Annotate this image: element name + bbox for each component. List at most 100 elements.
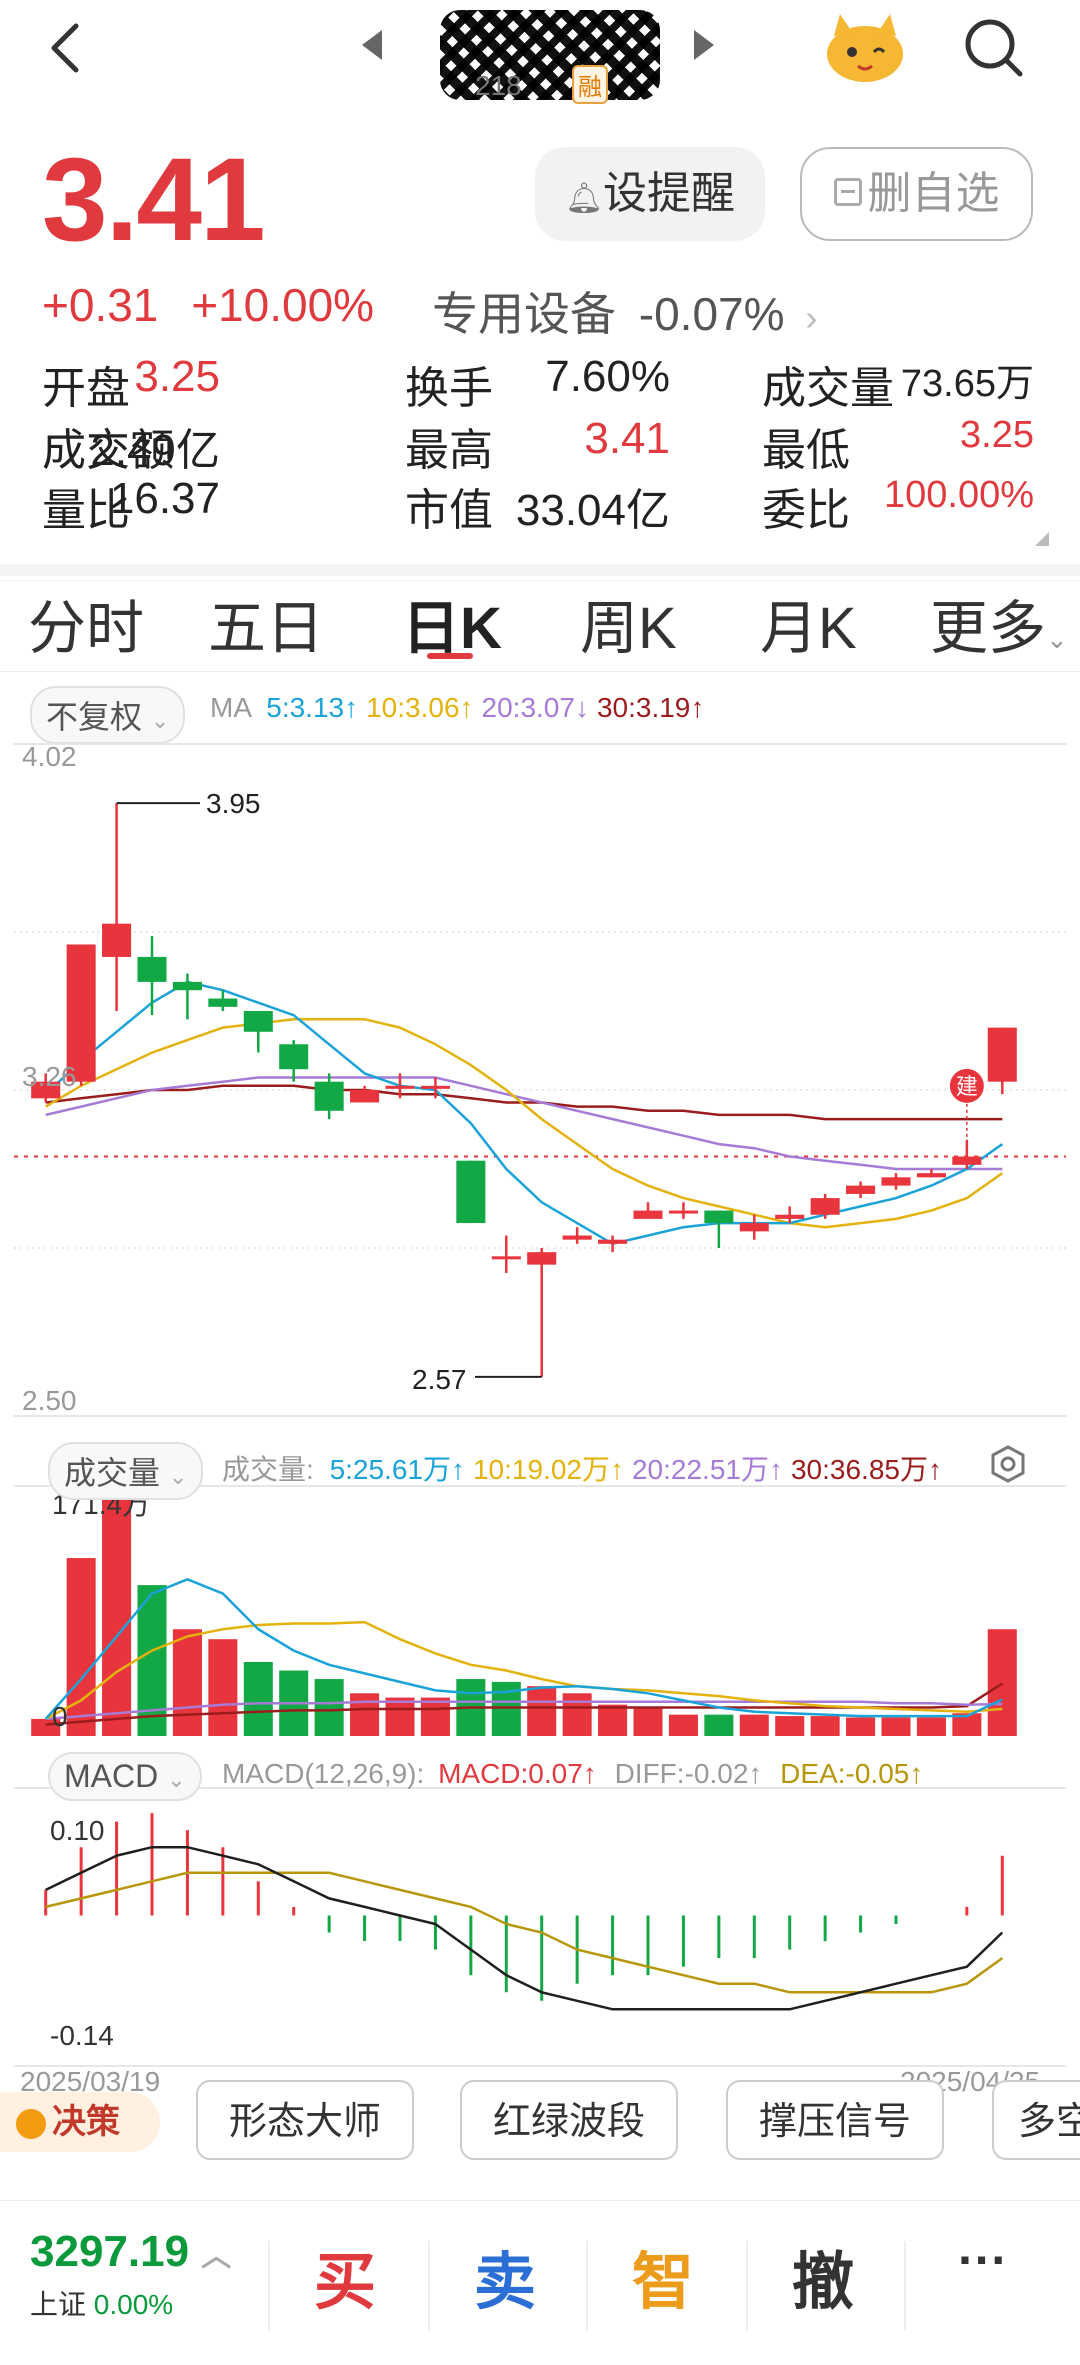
- candle-body: [598, 1239, 628, 1244]
- candle-body: [527, 1252, 557, 1265]
- volume-bar: [527, 1686, 557, 1736]
- ma-legend-item: 5:25.61万↑: [329, 1454, 465, 1485]
- next-stock-icon[interactable]: [690, 28, 718, 67]
- sell-button[interactable]: 卖: [474, 2231, 536, 2321]
- volume-bar: [66, 1558, 96, 1736]
- candle-body: [137, 956, 167, 982]
- ma-legend-item: 5:3.13↑: [266, 692, 359, 723]
- stat-label: 委比: [762, 486, 850, 535]
- ma-legend-item: 30:3.19↑: [596, 692, 705, 723]
- chart-period-tabs: 分时 五日 日K 周K 月K 更多⌄: [0, 580, 1080, 672]
- strategy-pattern-master[interactable]: 形态大师: [196, 2080, 414, 2160]
- stat-value: 3.25: [134, 352, 220, 401]
- ma-prefix: MA: [210, 692, 251, 723]
- y-mid-label: 3.26: [22, 1061, 77, 1092]
- remove-watchlist-label: 删自选: [867, 169, 1000, 218]
- candle-body: [881, 1177, 911, 1186]
- chevron-down-icon: ⌄: [167, 1767, 186, 1792]
- search-icon[interactable]: [962, 16, 1026, 85]
- stat-label: 市值: [405, 486, 493, 535]
- stat-label: 开盘: [42, 364, 130, 413]
- price-change-pct: +10.00%: [191, 279, 375, 331]
- active-tab-indicator: [427, 653, 473, 659]
- tab-weekly-k[interactable]: 周K: [580, 581, 677, 665]
- stat-label: 最高: [405, 426, 493, 475]
- volume-selector[interactable]: 成交量 ⌄: [48, 1442, 204, 1500]
- index-value: 3297.19: [30, 2227, 190, 2276]
- chevron-down-icon: ⌄: [1046, 624, 1068, 654]
- last-price: 3.41: [42, 134, 266, 266]
- kline-chart[interactable]: 4.023.262.503.952.57建171.4万00.10-0.14: [0, 730, 1080, 2100]
- change-line: +0.31 +10.00%: [42, 278, 374, 332]
- buy-button[interactable]: 买: [314, 2231, 376, 2321]
- candle-body: [704, 1210, 734, 1224]
- volume-ma-legend: 成交量: 5:25.61万↑ 10:19.02万↑ 20:22.51万↑ 30:36.…: [222, 1448, 942, 1488]
- more-menu-button[interactable]: ···: [958, 2231, 1008, 2289]
- build-marker-label: 建: [956, 1074, 978, 1099]
- remove-watchlist-button[interactable]: 删自选: [800, 147, 1033, 241]
- macd-selector-label: MACD: [64, 1758, 159, 1794]
- smart-trade-button[interactable]: 智: [632, 2231, 694, 2321]
- candle-body: [385, 1085, 415, 1089]
- strategy-long-short[interactable]: 多空: [992, 2080, 1080, 2160]
- volume-bar: [102, 1492, 132, 1736]
- volume-bar: [668, 1714, 698, 1736]
- back-icon[interactable]: [40, 18, 90, 78]
- volume-bar: [775, 1716, 805, 1736]
- candle-body: [562, 1235, 592, 1240]
- set-alert-label: 设提醒: [603, 169, 736, 218]
- dea-value: DEA:-0.05↑: [780, 1758, 924, 1789]
- dea-line: [45, 1871, 1004, 1994]
- decision-icon: [16, 2109, 46, 2140]
- bell-icon: 🔔︎: [564, 182, 604, 215]
- cancel-order-button[interactable]: 撤: [792, 2231, 854, 2321]
- volume-bar: [881, 1717, 911, 1736]
- y-min-label: 2.50: [22, 1385, 77, 1416]
- macd-top-label: 0.10: [50, 1815, 105, 1846]
- ma-legend-item: 20:22.51万↑: [631, 1454, 783, 1485]
- mascot-icon[interactable]: [822, 10, 908, 91]
- candle-body: [456, 1160, 486, 1224]
- stat-value: 73.65万: [900, 363, 1034, 405]
- index-ticker[interactable]: 3297.19 ︿ 上证 0.00%: [30, 2227, 231, 2323]
- candle-body: [739, 1223, 769, 1232]
- prev-stock-icon[interactable]: [358, 28, 386, 67]
- volume-bar: [172, 1629, 202, 1736]
- y-max-label: 4.02: [22, 741, 77, 772]
- strategy-red-green-wave[interactable]: 红绿波段: [460, 2080, 678, 2160]
- section-divider: [0, 564, 1080, 576]
- strategy-support-resistance[interactable]: 撑压信号: [726, 2080, 944, 2160]
- set-alert-button[interactable]: 🔔︎设提醒: [535, 147, 765, 241]
- tab-monthly-k[interactable]: 月K: [760, 581, 857, 665]
- chevron-up-icon: ︿: [201, 2240, 232, 2273]
- candle-body: [208, 998, 238, 1007]
- decision-badge[interactable]: 决策: [0, 2092, 160, 2152]
- stat-value: 100.00%: [883, 474, 1034, 516]
- candle-body: [668, 1210, 698, 1214]
- macd-selector[interactable]: MACD ⌄: [48, 1752, 202, 1801]
- ma-legend-item: 10:19.02万↑: [472, 1454, 624, 1485]
- ma10-line: [45, 1018, 1004, 1229]
- index-change: 0.00%: [93, 2289, 174, 2320]
- sector-change: -0.07%: [638, 288, 785, 340]
- volume-prefix: 成交量:: [222, 1454, 314, 1485]
- tab-intraday[interactable]: 分时: [28, 581, 144, 665]
- macd-params: MACD(12,26,9):: [222, 1758, 425, 1789]
- candle-body: [420, 1085, 450, 1089]
- low-label: 2.57: [412, 1364, 467, 1395]
- ma-legend-item: 30:36.85万↑: [790, 1454, 942, 1485]
- minus-box-icon: [833, 178, 862, 207]
- ma5-line: [44, 980, 1004, 1246]
- candle-body: [810, 1198, 840, 1215]
- sector-link[interactable]: 专用设备 -0.07% ›: [432, 278, 817, 344]
- stat-value: 2.49亿: [90, 426, 220, 475]
- tab-five-day[interactable]: 五日: [208, 581, 324, 665]
- tab-more[interactable]: 更多⌄: [930, 581, 1068, 665]
- candle-body: [987, 1027, 1017, 1082]
- settings-hexagon-icon[interactable]: [988, 1444, 1028, 1489]
- stat-value: 33.04亿: [515, 486, 670, 535]
- macd-value: MACD:0.07↑: [438, 1758, 597, 1789]
- sector-name: 专用设备: [432, 288, 616, 340]
- expand-corner-icon[interactable]: [1035, 532, 1049, 551]
- volume-bar: [704, 1714, 734, 1736]
